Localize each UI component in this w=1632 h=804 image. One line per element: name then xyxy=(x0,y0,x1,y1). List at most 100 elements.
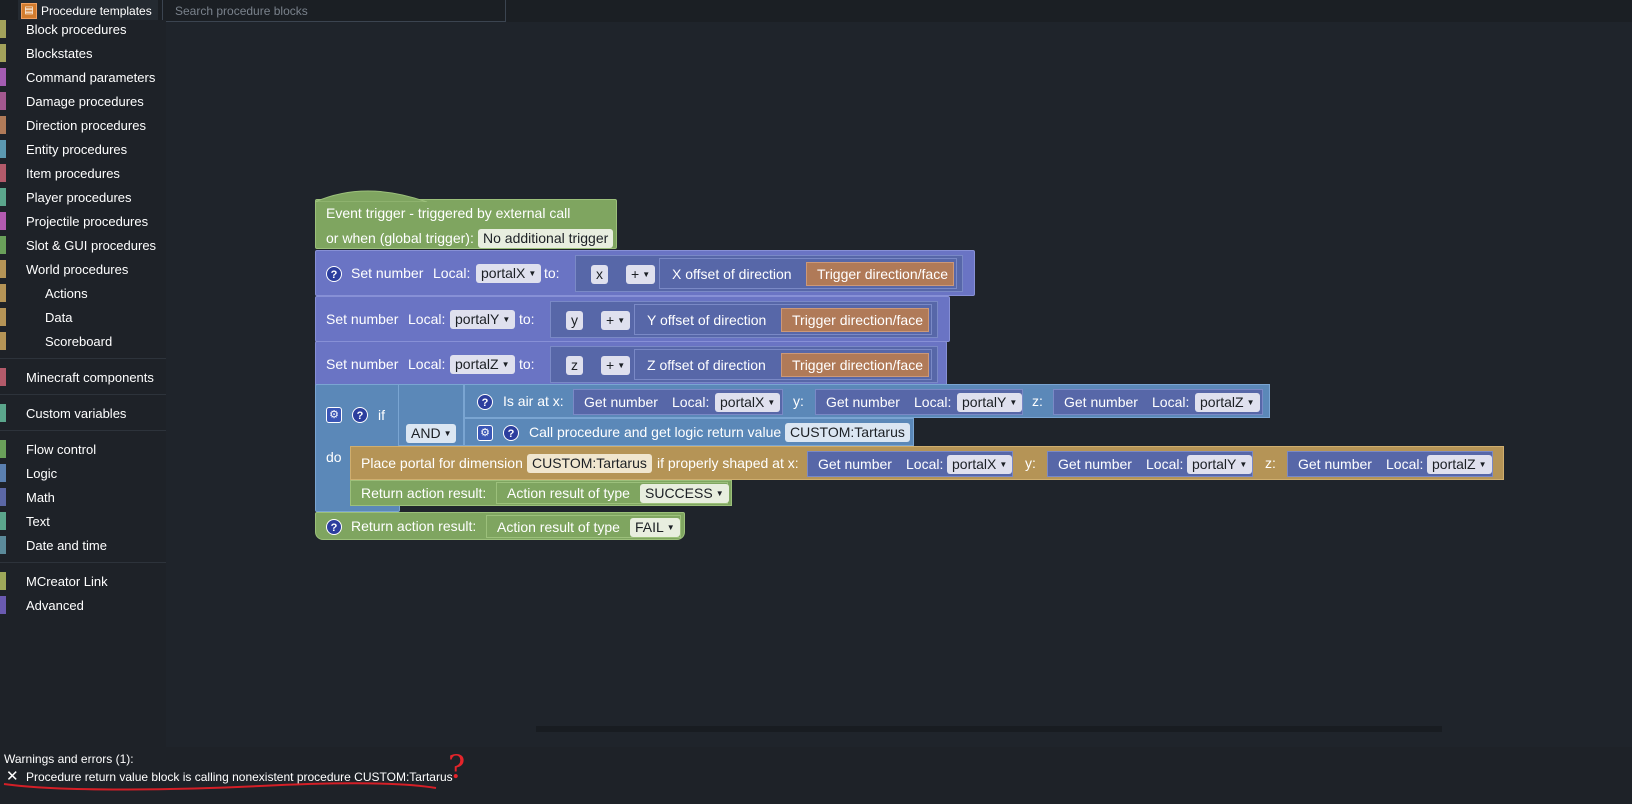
math-plus-block[interactable]: x + ▼ X offset of direction Trigger direc… xyxy=(575,255,963,292)
category-color-swatch xyxy=(0,164,6,182)
variable-dropdown-portalY[interactable]: portalY ▼ xyxy=(1187,455,1253,474)
get-number-portalX-block[interactable]: Get number Local: portalX ▼ xyxy=(573,389,783,415)
variable-dropdown-portalX[interactable]: portalX ▼ xyxy=(476,264,542,283)
category-label: MCreator Link xyxy=(26,573,108,589)
get-number-portalZ-block[interactable]: Get number Local: portalZ ▼ xyxy=(1287,451,1493,477)
category-block-procedures[interactable]: Block procedures xyxy=(0,17,166,41)
variable-dropdown-portalY[interactable]: portalY ▼ xyxy=(957,393,1023,412)
variable-dropdown-portalX[interactable]: portalX ▼ xyxy=(715,393,781,412)
category-color-swatch xyxy=(0,464,6,482)
workspace-horizontal-scrollbar[interactable] xyxy=(536,726,1442,732)
math-plus-block[interactable]: z + ▼ Z offset of direction Trigger direc… xyxy=(550,346,938,383)
help-icon[interactable]: ? xyxy=(352,407,368,423)
set-number-portalX-block[interactable]: ? Set number Local: portalX ▼ to: x + ▼ X … xyxy=(315,250,975,296)
category-data[interactable]: Data xyxy=(0,305,166,329)
category-item-procedures[interactable]: Item procedures xyxy=(0,161,166,185)
category-scoreboard[interactable]: Scoreboard xyxy=(0,329,166,353)
and-logic-block[interactable]: AND ▼ xyxy=(398,384,464,446)
category-text[interactable]: Text xyxy=(0,509,166,533)
event-trigger-block[interactable]: Event trigger - triggered by external ca… xyxy=(315,199,617,249)
category-entity-procedures[interactable]: Entity procedures xyxy=(0,137,166,161)
variable-dropdown-portalZ[interactable]: portalZ ▼ xyxy=(450,355,515,374)
operand-x[interactable]: x xyxy=(591,265,608,284)
category-label: Damage procedures xyxy=(26,93,144,109)
get-number-portalY-block[interactable]: Get number Local: portalY ▼ xyxy=(1047,451,1253,477)
trigger-direction-block[interactable]: Trigger direction/face xyxy=(781,308,929,332)
variable-dropdown-portalX[interactable]: portalX ▼ xyxy=(947,455,1013,474)
math-plus-block[interactable]: y + ▼ Y offset of direction Trigger direc… xyxy=(550,301,938,338)
y-offset-of-direction-block[interactable]: Y offset of direction Trigger direction/… xyxy=(634,304,932,335)
category-minecraft-components[interactable]: Minecraft components xyxy=(0,365,166,389)
get-number-portalY-block[interactable]: Get number Local: portalY ▼ xyxy=(815,389,1023,415)
z-label: z: xyxy=(1265,455,1276,471)
z-offset-of-direction-block[interactable]: Z offset of direction Trigger direction/… xyxy=(634,349,932,380)
operator-plus-dropdown[interactable]: + ▼ xyxy=(601,311,631,330)
set-number-portalZ-block[interactable]: Set number Local: portalZ ▼ to: z + ▼ Z of… xyxy=(315,341,947,387)
category-blockstates[interactable]: Blockstates xyxy=(0,41,166,65)
is-air-at-block[interactable]: ? Is air at x: Get number Local: portalX… xyxy=(464,384,1270,418)
action-result-success-block[interactable]: Action result of type SUCCESS ▼ xyxy=(496,482,729,504)
return-success-block[interactable]: Return action result: Action result of t… xyxy=(350,480,732,506)
category-date-and-time[interactable]: Date and time xyxy=(0,533,166,557)
operand-z[interactable]: z xyxy=(566,356,583,375)
variable-dropdown-portalZ[interactable]: portalZ ▼ xyxy=(1427,455,1492,474)
operator-plus-dropdown[interactable]: + ▼ xyxy=(626,265,656,284)
category-label: Actions xyxy=(45,285,88,301)
place-portal-block[interactable]: Place portal for dimension CUSTOM:Tartar… xyxy=(350,446,1504,480)
help-icon[interactable]: ? xyxy=(477,394,493,410)
category-color-swatch xyxy=(0,140,6,158)
category-math[interactable]: Math xyxy=(0,485,166,509)
category-world-procedures[interactable]: World procedures xyxy=(0,257,166,281)
category-custom-variables[interactable]: Custom variables xyxy=(0,401,166,425)
red-underline-annotation xyxy=(3,782,437,791)
procedure-templates-label: Procedure templates xyxy=(41,4,152,18)
variable-dropdown-portalY[interactable]: portalY ▼ xyxy=(450,310,516,329)
variable-dropdown-portalZ[interactable]: portalZ ▼ xyxy=(1195,393,1260,412)
search-procedure-blocks-input[interactable]: Search procedure blocks xyxy=(162,0,506,22)
category-label: Player procedures xyxy=(26,189,132,205)
trigger-direction-block[interactable]: Trigger direction/face xyxy=(806,262,954,286)
get-number-portalX-block[interactable]: Get number Local: portalX ▼ xyxy=(807,451,1013,477)
category-player-procedures[interactable]: Player procedures xyxy=(0,185,166,209)
category-mcreator-link[interactable]: MCreator Link xyxy=(0,569,166,593)
help-icon[interactable]: ? xyxy=(503,425,519,441)
call-procedure-logic-block[interactable]: ⚙ ? Call procedure and get logic return … xyxy=(464,418,914,446)
operator-plus-dropdown[interactable]: + ▼ xyxy=(601,356,631,375)
category-label: Math xyxy=(26,489,55,505)
get-number-label: Get number xyxy=(584,394,658,410)
category-command-parameters[interactable]: Command parameters xyxy=(0,65,166,89)
category-flow-control[interactable]: Flow control xyxy=(0,437,166,461)
help-icon[interactable]: ? xyxy=(326,519,342,535)
get-number-portalZ-block[interactable]: Get number Local: portalZ ▼ xyxy=(1053,389,1263,415)
result-type-dropdown[interactable]: SUCCESS ▼ xyxy=(640,484,729,503)
return-fail-block[interactable]: ? Return action result: Action result of… xyxy=(315,512,685,540)
operand-y[interactable]: y xyxy=(566,311,583,330)
category-label: Slot & GUI procedures xyxy=(26,237,157,253)
result-type-dropdown[interactable]: FAIL ▼ xyxy=(630,518,680,537)
global-trigger-label: or when (global trigger): xyxy=(326,230,474,246)
gear-icon[interactable]: ⚙ xyxy=(477,425,493,441)
global-trigger-field[interactable]: No additional trigger xyxy=(478,229,614,248)
help-icon[interactable]: ? xyxy=(326,266,342,282)
action-result-label: Action result of type xyxy=(507,485,630,501)
trigger-direction-label: Trigger direction/face xyxy=(792,357,923,373)
procedure-name-field[interactable]: CUSTOM:Tartarus xyxy=(785,423,910,442)
local-label: Local: xyxy=(433,265,471,281)
action-result-fail-block[interactable]: Action result of type FAIL ▼ xyxy=(486,515,681,538)
category-damage-procedures[interactable]: Damage procedures xyxy=(0,89,166,113)
category-direction-procedures[interactable]: Direction procedures xyxy=(0,113,166,137)
category-advanced[interactable]: Advanced xyxy=(0,593,166,617)
category-logic[interactable]: Logic xyxy=(0,461,166,485)
trigger-direction-block[interactable]: Trigger direction/face xyxy=(781,353,929,377)
dimension-field[interactable]: CUSTOM:Tartarus xyxy=(527,454,652,473)
category-projectile-procedures[interactable]: Projectile procedures xyxy=(0,209,166,233)
local-label: Local: xyxy=(408,311,446,327)
set-number-portalY-block[interactable]: Set number Local: portalY ▼ to: y + ▼ Y of… xyxy=(315,296,950,342)
x-offset-of-direction-block[interactable]: X offset of direction Trigger direction/… xyxy=(659,258,957,289)
category-actions[interactable]: Actions xyxy=(0,281,166,305)
category-color-swatch xyxy=(0,488,6,506)
local-label: Local: xyxy=(906,456,944,472)
gear-icon[interactable]: ⚙ xyxy=(326,407,342,423)
and-operator-dropdown[interactable]: AND ▼ xyxy=(406,424,457,443)
category-slot-gui-procedures[interactable]: Slot & GUI procedures xyxy=(0,233,166,257)
